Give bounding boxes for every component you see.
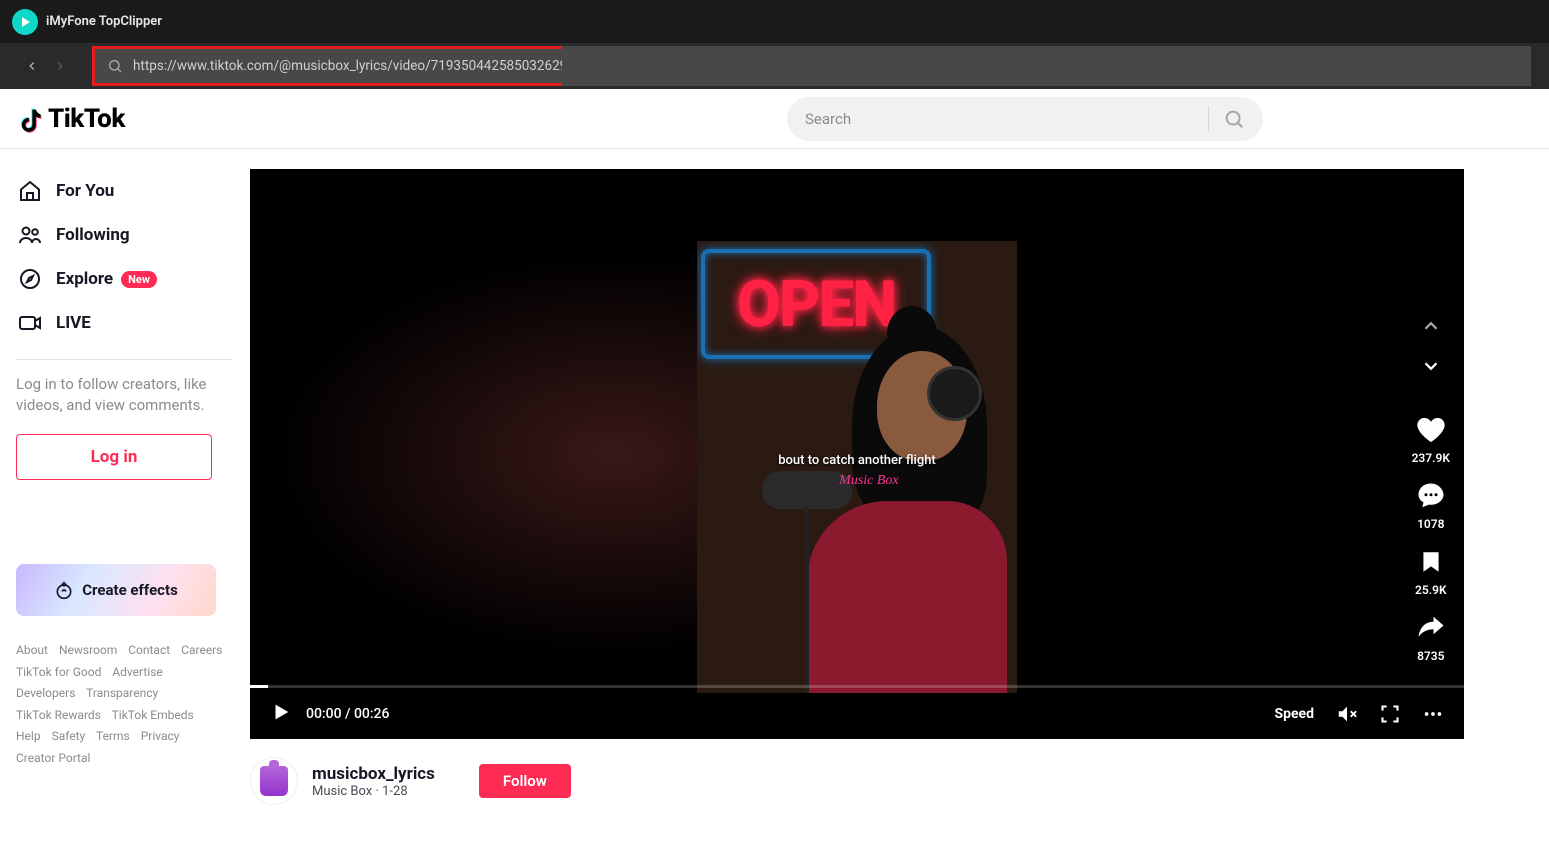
more-icon [1422, 703, 1444, 725]
footer-link[interactable]: Contact [128, 643, 170, 657]
sidebar-item-explore[interactable]: Explore New [16, 257, 232, 301]
next-video-button[interactable] [1420, 355, 1442, 381]
url-bar[interactable]: https://www.tiktok.com/@musicbox_lyrics/… [92, 46, 565, 86]
search-input[interactable] [805, 110, 1194, 128]
effects-icon [54, 580, 74, 600]
comment-count: 1078 [1417, 517, 1444, 531]
search-icon [107, 58, 123, 74]
share-button[interactable]: 8735 [1414, 611, 1448, 663]
author-subtext: Music Box · 1-28 [312, 784, 435, 799]
share-icon [1416, 613, 1446, 643]
home-icon [16, 179, 44, 203]
progress-bar[interactable] [250, 685, 1464, 688]
heart-icon [1415, 414, 1447, 446]
footer-link[interactable]: About [16, 643, 48, 657]
app-title: iMyFone TopClipper [46, 14, 162, 29]
sidebar-label: For You [56, 181, 114, 201]
url-text: https://www.tiktok.com/@musicbox_lyrics/… [133, 58, 575, 74]
more-button[interactable] [1422, 703, 1444, 725]
speed-button[interactable]: Speed [1275, 706, 1315, 722]
follow-button[interactable]: Follow [479, 764, 571, 798]
url-bar-extension[interactable] [562, 46, 1531, 86]
tiktok-search-bar[interactable] [787, 97, 1263, 141]
mute-button[interactable] [1336, 703, 1358, 725]
sidebar-label: LIVE [56, 313, 91, 333]
tiktok-header: TikTok [0, 89, 1549, 149]
avatar-icon [260, 766, 288, 796]
volume-muted-icon [1336, 703, 1358, 725]
sidebar-divider [16, 359, 232, 360]
app-title-bar: iMyFone TopClipper [0, 0, 1549, 43]
address-bar-row: https://www.tiktok.com/@musicbox_lyrics/… [0, 43, 1549, 89]
like-button[interactable]: 237.9K [1412, 413, 1450, 465]
author-avatar[interactable] [250, 757, 298, 805]
video-frame: OPEN bout to catch another flight Music … [697, 241, 1017, 693]
footer-link[interactable]: Terms [96, 729, 130, 743]
like-count: 237.9K [1412, 451, 1450, 465]
save-button[interactable]: 25.9K [1414, 545, 1448, 597]
footer-link[interactable]: Safety [52, 729, 86, 743]
compass-icon [16, 267, 44, 291]
create-effects-label: Create effects [82, 581, 178, 599]
footer-link[interactable]: Newsroom [59, 643, 117, 657]
share-count: 8735 [1417, 649, 1444, 663]
footer-link[interactable]: TikTok for Good [16, 665, 101, 679]
prev-video-button[interactable] [1420, 315, 1442, 341]
login-button[interactable]: Log in [16, 434, 212, 480]
sidebar: For You Following Explore New LIVE Log i… [0, 149, 240, 859]
footer-link[interactable]: Help [16, 729, 41, 743]
footer-link[interactable]: Developers [16, 686, 75, 700]
video-player[interactable]: OPEN bout to catch another flight Music … [250, 169, 1464, 739]
fullscreen-button[interactable] [1380, 704, 1400, 724]
sidebar-item-following[interactable]: Following [16, 213, 232, 257]
nav-forward-button[interactable] [46, 52, 74, 80]
create-effects-button[interactable]: Create effects [16, 564, 216, 616]
play-button[interactable] [270, 701, 292, 727]
footer-link[interactable]: TikTok Embeds [112, 708, 194, 722]
progress-fill [250, 685, 268, 688]
content-area: OPEN bout to catch another flight Music … [240, 149, 1549, 859]
footer-link[interactable]: Transparency [86, 686, 158, 700]
live-icon [16, 311, 44, 335]
login-prompt: Log in to follow creators, like videos, … [16, 374, 232, 416]
app-logo-icon [12, 9, 38, 35]
video-controls: 00:00 / 00:26 Speed [250, 689, 1464, 739]
footer-links: About Newsroom Contact Careers TikTok fo… [16, 640, 232, 770]
footer-link[interactable]: Advertise [112, 665, 162, 679]
sidebar-label: Following [56, 225, 130, 245]
author-row: musicbox_lyrics Music Box · 1-28 Follow [250, 739, 1464, 823]
bookmark-icon [1418, 549, 1444, 575]
comment-button[interactable]: 1078 [1414, 479, 1448, 531]
sidebar-item-for-you[interactable]: For You [16, 169, 232, 213]
new-badge: New [121, 271, 157, 288]
video-actions-rail: 237.9K 1078 25.9K 8735 [1412, 315, 1450, 663]
tiktok-brand-text: TikTok [48, 104, 125, 134]
video-caption: bout to catch another flight [778, 453, 936, 468]
tiktok-logo[interactable]: TikTok [16, 104, 125, 134]
search-divider [1208, 106, 1209, 132]
footer-link[interactable]: TikTok Rewards [16, 708, 101, 722]
footer-link[interactable]: Privacy [141, 729, 180, 743]
people-icon [16, 223, 44, 247]
nav-back-button[interactable] [18, 52, 46, 80]
fullscreen-icon [1380, 704, 1400, 724]
tiktok-note-icon [16, 105, 44, 133]
comment-icon [1416, 481, 1446, 511]
author-username[interactable]: musicbox_lyrics [312, 764, 435, 784]
search-icon[interactable] [1223, 108, 1245, 130]
footer-link[interactable]: Careers [181, 643, 222, 657]
save-count: 25.9K [1415, 583, 1447, 597]
video-watermark: Music Box [839, 473, 898, 489]
time-display: 00:00 / 00:26 [306, 706, 389, 722]
play-icon [270, 701, 292, 723]
footer-link[interactable]: Creator Portal [16, 751, 90, 765]
sidebar-item-live[interactable]: LIVE [16, 301, 232, 345]
sidebar-label: Explore [56, 269, 113, 289]
